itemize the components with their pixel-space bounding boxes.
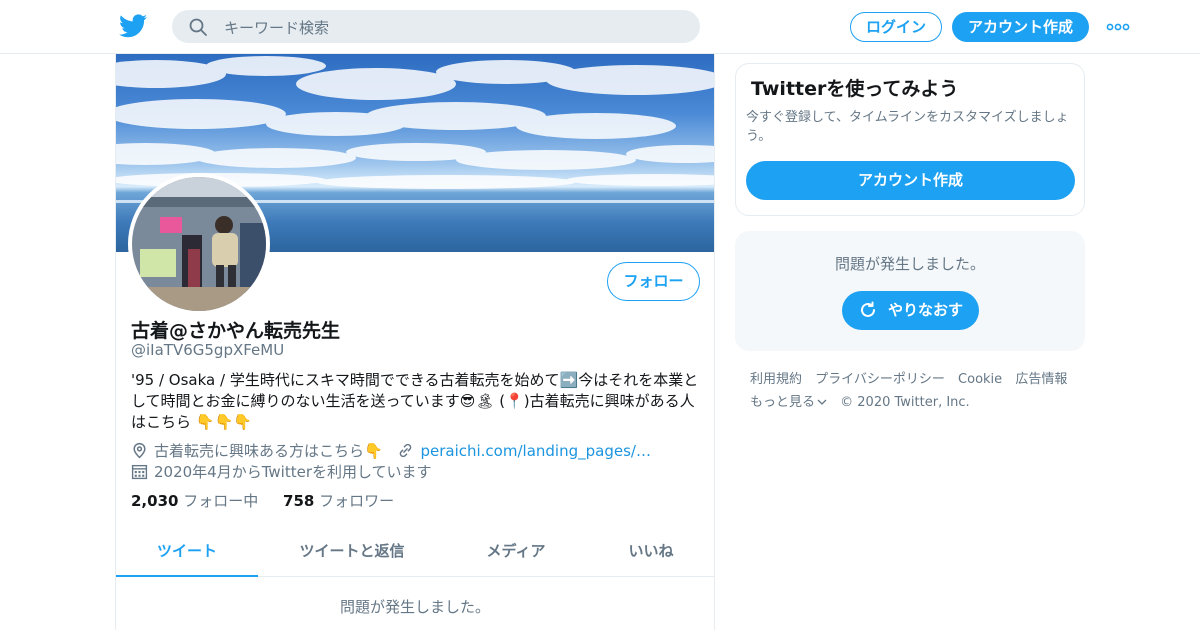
search-box[interactable]: キーワード検索: [172, 10, 700, 43]
followers-count: 758: [283, 492, 315, 510]
tab-media[interactable]: メディア: [446, 526, 586, 577]
retry-button-label: やりなおす: [888, 301, 964, 319]
error-card-message: 問題が発生しました。: [834, 255, 985, 273]
profile-column: フォロー 古着@さかやん転売先生 @iIaTV6G5gpXFeMU '95 / …: [115, 54, 715, 630]
timeline-error-message: 問題が発生しました。: [339, 598, 490, 616]
footer-link-cookie[interactable]: Cookie: [958, 372, 1002, 387]
more-dots-icon[interactable]: [1106, 20, 1130, 34]
following-stat[interactable]: 2,030 フォロー中: [131, 492, 258, 510]
profile-handle: @iIaTV6G5gpXFeMU: [131, 341, 285, 359]
tab-tweets-replies[interactable]: ツイートと返信: [278, 526, 426, 577]
signup-card-title: Twitterを使ってみよう: [751, 78, 959, 100]
footer-link-privacy[interactable]: プライバシーポリシー: [815, 372, 945, 387]
follow-button[interactable]: フォロー: [607, 262, 700, 301]
profile-tabs: ツイート ツイートと返信 メディア いいね: [116, 526, 714, 577]
profile-url-link[interactable]: peraichi.com/landing_pages/…: [420, 442, 650, 460]
profile-joined-row: 2020年4月からTwitterを利用しています: [131, 461, 432, 482]
followers-label: フォロワー: [319, 492, 395, 510]
footer-more[interactable]: もっと見る: [750, 395, 827, 410]
error-card: 問題が発生しました。 やりなおす: [735, 231, 1085, 351]
following-count: 2,030: [131, 492, 179, 510]
link-icon: [400, 443, 412, 458]
signup-card: Twitterを使ってみよう 今すぐ登録して、タイムラインをカスタマイズしましょ…: [735, 63, 1085, 216]
search-input[interactable]: キーワード検索: [224, 17, 329, 38]
footer-copyright: © 2020 Twitter, Inc.: [840, 395, 970, 410]
footer-links: 利用規約 プライバシーポリシー Cookie 広告情報 もっと見る © 2020…: [750, 368, 1080, 414]
twitter-logo-icon[interactable]: [119, 13, 147, 39]
search-icon: [189, 18, 207, 36]
footer-link-ads[interactable]: 広告情報: [1015, 372, 1067, 387]
profile-bio: '95 / Osaka / 学生時代にスキマ時間でできる古着転売を始めて➡️今は…: [131, 371, 699, 431]
following-label: フォロー中: [183, 492, 259, 510]
profile-location: 古着転売に興味ある方はこちら👇: [154, 442, 383, 460]
profile-stats: 2,030 フォロー中 758 フォロワー: [131, 490, 394, 511]
profile-joined: 2020年4月からTwitterを利用しています: [154, 463, 432, 481]
refresh-icon: [861, 301, 875, 317]
chevron-down-icon: [817, 399, 827, 405]
profile-name: 古着@さかやん転売先生: [131, 320, 341, 342]
profile-meta-row: 古着転売に興味ある方はこちら👇 peraichi.com/landing_pag…: [131, 440, 651, 461]
signup-button[interactable]: アカウント作成: [952, 12, 1089, 42]
calendar-icon: [131, 464, 148, 480]
location-icon: [133, 442, 146, 459]
login-button[interactable]: ログイン: [850, 12, 942, 42]
signup-card-button[interactable]: アカウント作成: [746, 161, 1075, 200]
footer-link-terms[interactable]: 利用規約: [750, 372, 802, 387]
top-bar: キーワード検索 ログイン アカウント作成: [0, 0, 1200, 54]
footer-link-more: もっと見る: [750, 395, 816, 410]
retry-button[interactable]: やりなおす: [842, 291, 979, 330]
followers-stat[interactable]: 758 フォロワー: [283, 492, 394, 510]
avatar-image: [132, 177, 266, 311]
signup-card-description: 今すぐ登録して、タイムラインをカスタマイズしましょう。: [746, 110, 1069, 144]
tab-tweets[interactable]: ツイート: [116, 526, 258, 577]
tab-likes[interactable]: いいね: [606, 526, 696, 577]
profile-avatar[interactable]: [128, 173, 270, 315]
